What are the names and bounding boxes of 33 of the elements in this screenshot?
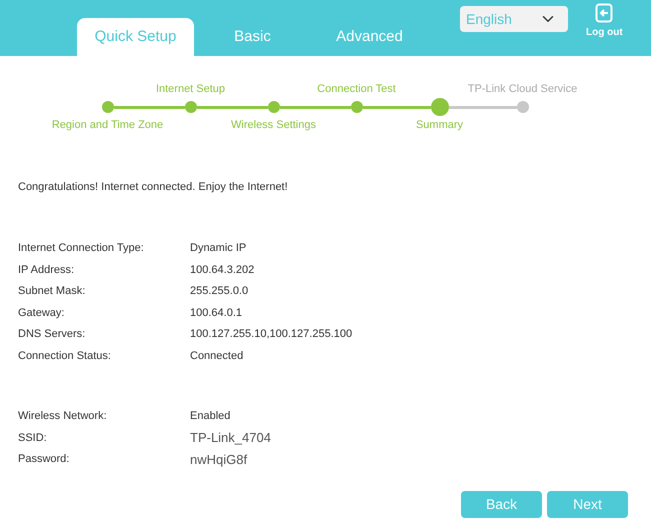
step-label: Summary	[416, 118, 464, 133]
field-value: 100.64.3.202	[190, 262, 254, 278]
step-label: TP-Link Cloud Service	[468, 82, 578, 97]
field-label: DNS Servers:	[18, 327, 86, 342]
nav-tab[interactable]: Quick Setup	[77, 18, 194, 56]
step-label: Internet Setup	[156, 82, 226, 97]
next-button[interactable]: Next	[547, 491, 628, 518]
step-label: Connection Test	[317, 82, 396, 97]
step-label: Region and Time Zone	[52, 118, 164, 133]
logout-icon	[595, 2, 614, 22]
logout-button[interactable]: Log out	[586, 2, 623, 40]
field-value: 255.255.0.0	[190, 284, 248, 299]
field-value: 100.127.255.10,100.127.255.100	[190, 327, 352, 342]
field-label: Gateway:	[18, 306, 66, 320]
field-value: Dynamic IP	[190, 241, 246, 256]
field-value: Connected	[190, 348, 244, 364]
field-value: 100.64.0.1	[190, 306, 242, 320]
field-label: Internet Connection Type:	[18, 241, 145, 256]
field-label: Connection Status:	[18, 348, 112, 364]
field-label: IP Address:	[18, 262, 76, 278]
field-value: TP-Link_4704	[190, 429, 271, 447]
nav-tab[interactable]: Advanced	[311, 18, 428, 56]
field-value: Enabled	[190, 409, 230, 424]
field-label: SSID:	[18, 430, 48, 446]
field-label: Subnet Mask:	[18, 284, 86, 299]
step-label: Wireless Settings	[231, 118, 316, 133]
back-button[interactable]: Back	[461, 491, 542, 518]
language-select[interactable]: English	[460, 6, 568, 32]
field-label: Password:	[18, 452, 70, 467]
field-label: Wireless Network:	[18, 409, 108, 424]
nav-tab[interactable]: Basic	[194, 18, 311, 56]
success-message: Congratulations! Internet connected. Enjoy the Internet!	[18, 180, 289, 195]
field-value: nwHqiG8f	[190, 450, 248, 469]
